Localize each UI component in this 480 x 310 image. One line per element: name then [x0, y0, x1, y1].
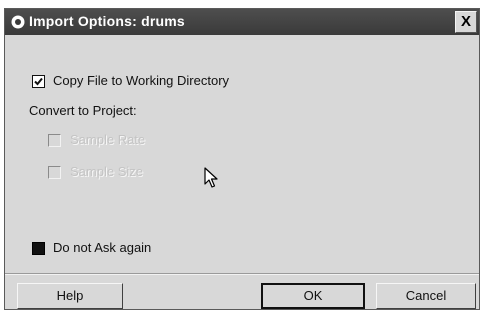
dialog-content: Copy File to Working Directory Convert t… [5, 35, 479, 273]
sample-size-checkbox[interactable] [48, 166, 61, 179]
mouse-pointer-icon [204, 167, 220, 196]
close-button[interactable]: X [455, 11, 477, 33]
sample-rate-checkbox[interactable] [48, 134, 61, 147]
copy-file-checkbox[interactable] [32, 75, 45, 88]
import-options-dialog: Import Options: drums X Copy File to Wor… [4, 8, 480, 310]
title-bar[interactable]: Import Options: drums X [5, 9, 479, 35]
close-icon: X [460, 13, 471, 30]
cancel-button[interactable]: Cancel [376, 283, 476, 309]
checkmark-icon [34, 77, 43, 86]
ok-button[interactable]: OK [261, 283, 365, 309]
sample-rate-label: Sample Rate [70, 132, 146, 147]
help-button[interactable]: Help [17, 283, 123, 309]
do-not-ask-checkbox[interactable] [32, 242, 45, 255]
window-title: Import Options: drums [29, 13, 185, 29]
do-not-ask-label[interactable]: Do not Ask again [53, 240, 151, 255]
app-icon [11, 15, 25, 29]
copy-file-label[interactable]: Copy File to Working Directory [53, 73, 229, 88]
button-bar: Help OK Cancel [5, 273, 479, 310]
sample-size-label: Sample Size [70, 164, 143, 179]
convert-heading: Convert to Project: [29, 103, 137, 118]
